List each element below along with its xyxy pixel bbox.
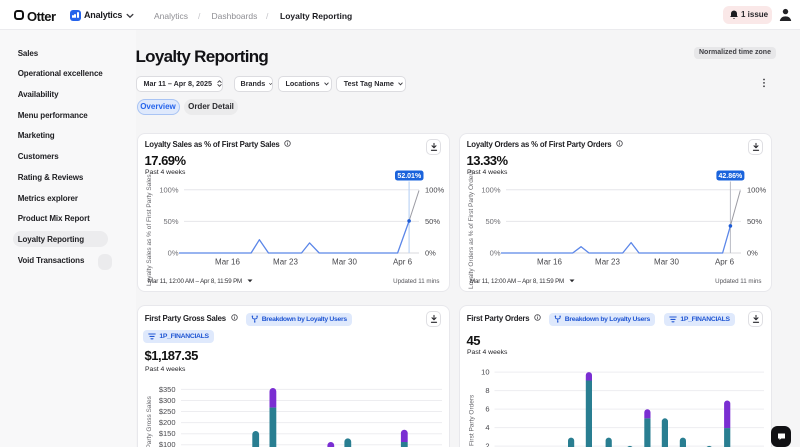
svg-text:Loyalty Orders as % of First P: Loyalty Orders as % of First Party Order… [468,169,475,289]
svg-text:0%: 0% [167,248,178,257]
svg-text:$350: $350 [158,385,175,394]
svg-text:100%: 100% [159,185,179,194]
svg-text:$300: $300 [158,396,175,405]
svg-text:Mar 30: Mar 30 [332,257,357,266]
svg-text:50%: 50% [425,216,440,225]
svg-text:2: 2 [485,442,489,447]
svg-text:$100: $100 [158,440,175,447]
svg-text:$150: $150 [158,429,175,438]
svg-text:Mar 16: Mar 16 [215,257,240,266]
svg-text:0%: 0% [747,248,758,257]
svg-text:100%: 100% [481,185,501,194]
svg-text:50%: 50% [485,216,500,225]
svg-text:50%: 50% [163,216,178,225]
svg-text:$200: $200 [158,418,175,427]
svg-text:10: 10 [481,368,489,377]
svg-text:Mar 23: Mar 23 [595,257,620,266]
svg-text:$250: $250 [158,407,175,416]
svg-text:0%: 0% [425,248,436,257]
svg-text:8: 8 [485,386,489,395]
svg-text:4: 4 [485,423,489,432]
svg-text:42.86%: 42.86% [718,173,743,180]
svg-text:0%: 0% [489,248,500,257]
svg-text:First Party Gross Sales: First Party Gross Sales [146,395,153,447]
svg-text:Mar 16: Mar 16 [537,257,562,266]
svg-text:Loyalty Sales as % of First Pa: Loyalty Sales as % of First Party Sales [146,173,153,285]
svg-text:Mar 23: Mar 23 [273,257,298,266]
svg-text:Apr 6: Apr 6 [392,257,412,266]
svg-text:Apr 6: Apr 6 [714,257,734,266]
svg-text:First Party Orders: First Party Orders [468,394,475,446]
svg-text:Mar 30: Mar 30 [654,257,679,266]
svg-text:52.01%: 52.01% [397,173,422,180]
svg-text:100%: 100% [425,185,445,194]
svg-text:6: 6 [485,405,489,414]
svg-text:50%: 50% [747,216,762,225]
svg-text:100%: 100% [747,185,767,194]
